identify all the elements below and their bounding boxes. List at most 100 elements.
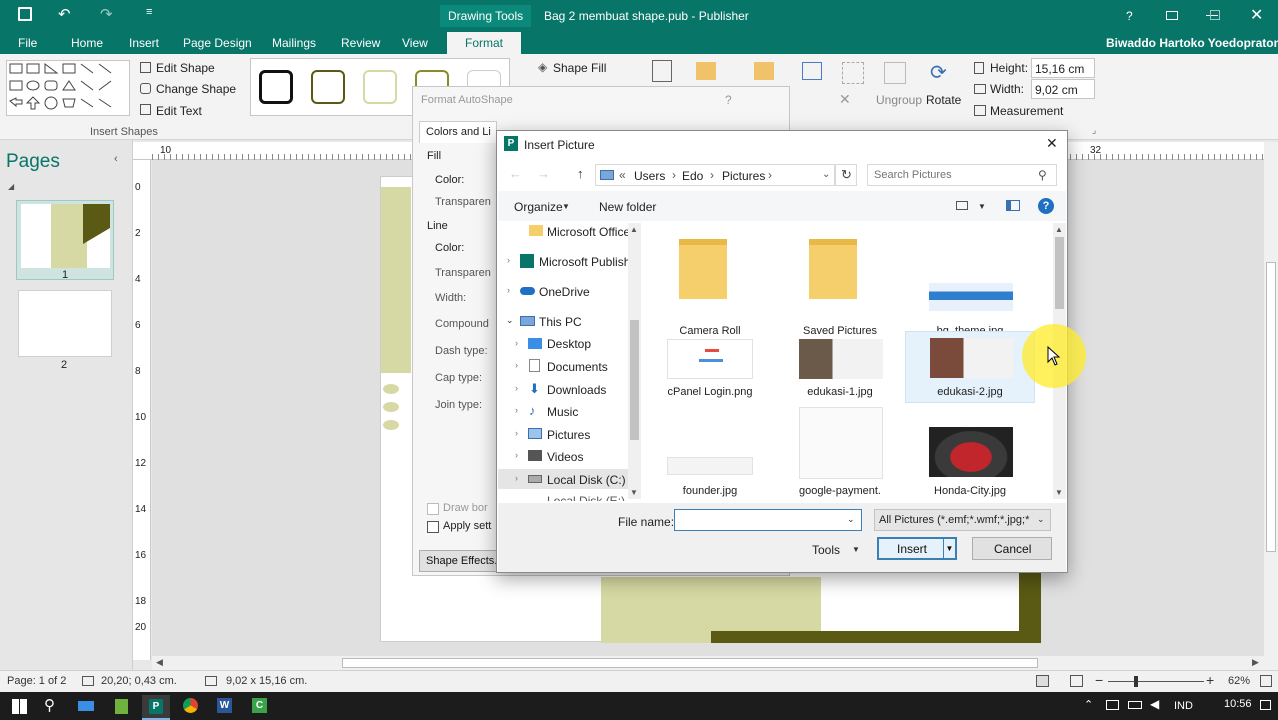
align-icon[interactable]	[802, 62, 822, 80]
measurement-button[interactable]: Measurement	[990, 104, 1063, 118]
nav-desktop[interactable]: Desktop	[547, 337, 591, 351]
help-icon[interactable]: ?	[1126, 9, 1133, 23]
fa-tab-colors[interactable]: Colors and Li	[419, 121, 497, 143]
sage-strip-shape[interactable]	[381, 187, 411, 373]
send-backward-icon[interactable]	[754, 62, 774, 80]
scroll-up-icon[interactable]: ▲	[1055, 225, 1063, 234]
shapes-gallery[interactable]	[6, 60, 130, 116]
change-shape-button[interactable]: Change Shape	[156, 82, 236, 96]
nav-this-pc[interactable]: This PC	[539, 315, 582, 329]
chrome-icon[interactable]	[183, 698, 198, 713]
organize-button[interactable]: Organize	[514, 200, 563, 214]
scroll-thumb[interactable]	[630, 320, 639, 440]
zoom-level[interactable]: 62%	[1228, 675, 1250, 687]
nav-downloads[interactable]: Downloads	[547, 383, 606, 397]
nav-microsoft-office[interactable]: Microsoft Office	[547, 225, 630, 239]
battery-icon[interactable]	[1128, 701, 1142, 709]
file-edukasi-2[interactable]: edukasi-2.jpg	[905, 331, 1035, 403]
save-icon[interactable]	[18, 7, 32, 21]
zoom-slider[interactable]	[1108, 681, 1204, 682]
notes-app-icon[interactable]	[115, 699, 128, 714]
nav-onedrive[interactable]: OneDrive	[539, 285, 590, 299]
refresh-button[interactable]: ↻	[835, 164, 857, 186]
cancel-button[interactable]: Cancel	[972, 537, 1052, 560]
shape-style-3[interactable]	[363, 70, 397, 104]
edit-text-button[interactable]: Edit Text	[156, 104, 202, 118]
scroll-up-icon[interactable]: ▲	[630, 225, 638, 234]
publisher-taskbar-icon[interactable]: P	[142, 695, 170, 720]
edit-shape-button[interactable]: Edit Shape	[156, 61, 215, 75]
scroll-down-icon[interactable]: ▼	[1055, 488, 1063, 497]
single-page-view-icon[interactable]	[1036, 675, 1049, 687]
breadcrumb-edo[interactable]: Edo	[682, 169, 703, 183]
nav-documents[interactable]: Documents	[547, 360, 608, 374]
tab-home[interactable]: Home	[71, 36, 103, 50]
scroll-thumb[interactable]	[1266, 262, 1276, 552]
insert-button[interactable]: Insert ▼	[877, 537, 957, 560]
search-box[interactable]: ⚲	[867, 164, 1057, 186]
file-name-input[interactable]: ⌄	[674, 509, 862, 531]
draw-border-checkbox[interactable]	[427, 503, 439, 515]
bring-forward-icon[interactable]	[696, 62, 716, 80]
page-indicator[interactable]: Page: 1 of 2	[7, 675, 66, 687]
olive-corner-shape[interactable]	[711, 631, 1041, 643]
tab-review[interactable]: Review	[341, 36, 380, 50]
help-icon[interactable]: ?	[1038, 198, 1054, 214]
volume-icon[interactable]: ◀	[1150, 697, 1159, 711]
customize-qat-icon[interactable]: ≡	[146, 6, 152, 18]
expand-icon[interactable]: ›	[507, 255, 510, 265]
undo-icon[interactable]: ↶	[58, 5, 71, 23]
fa-help-button[interactable]: ?	[725, 93, 732, 107]
expand-icon[interactable]: ›	[515, 450, 518, 460]
restore-icon[interactable]	[1210, 10, 1220, 20]
ungroup-button[interactable]: Ungroup	[876, 93, 922, 107]
apply-settings-checkbox[interactable]	[427, 521, 439, 533]
scroll-down-icon[interactable]: ▼	[630, 488, 638, 497]
camtasia-icon[interactable]: C	[252, 698, 267, 713]
breadcrumb-users[interactable]: Users	[634, 169, 665, 183]
scroll-left-icon[interactable]: ◀	[156, 657, 163, 668]
address-bar[interactable]: « Users › Edo › Pictures › ⌄	[595, 164, 835, 186]
network-icon[interactable]	[1106, 700, 1119, 710]
expand-icon[interactable]: ›	[507, 285, 510, 295]
scroll-thumb[interactable]	[342, 658, 1038, 668]
rotate-icon[interactable]: ⟳	[930, 60, 947, 85]
expand-icon[interactable]: ›	[515, 428, 518, 438]
windows-start-icon[interactable]	[12, 699, 27, 714]
up-icon[interactable]: ↑	[577, 166, 584, 181]
search-icon[interactable]: ⚲	[44, 696, 55, 714]
nav-local-disk-e[interactable]: Local Disk (E:)	[547, 494, 625, 501]
nav-videos[interactable]: Videos	[547, 450, 583, 464]
olive-side-shape[interactable]	[1019, 571, 1041, 641]
nav-music[interactable]: Music	[547, 405, 578, 419]
nav-scrollbar[interactable]: ▲ ▼	[628, 223, 641, 499]
dot-shape[interactable]	[383, 420, 399, 430]
keyboard-icon[interactable]	[78, 701, 94, 711]
fit-page-icon[interactable]	[1260, 675, 1272, 687]
height-field[interactable]: 15,16 cm	[1031, 58, 1095, 78]
tab-page-design[interactable]: Page Design	[183, 36, 252, 50]
view-options-icon[interactable]	[956, 201, 968, 210]
tab-mailings[interactable]: Mailings	[272, 36, 316, 50]
view-dropdown-icon[interactable]: ▼	[978, 202, 986, 211]
fa-close-button[interactable]: ✕	[839, 91, 851, 108]
redo-icon[interactable]: ↷	[100, 5, 113, 23]
dot-shape[interactable]	[383, 384, 399, 394]
width-field[interactable]: 9,02 cm	[1031, 79, 1095, 99]
collapse-icon[interactable]: ⌄	[506, 315, 514, 326]
new-folder-button[interactable]: New folder	[599, 200, 656, 214]
nav-microsoft-publisher[interactable]: Microsoft Publish	[539, 255, 630, 269]
ungroup-icon[interactable]	[884, 62, 906, 84]
zoom-slider-thumb[interactable]	[1134, 676, 1138, 687]
horizontal-scrollbar[interactable]: ◀ ▶	[152, 656, 1264, 670]
size-dialog-launcher[interactable]: ⌟	[1092, 125, 1096, 136]
collapse-pane-icon[interactable]: ‹	[114, 153, 118, 165]
chevron-down-icon[interactable]: ⌄	[847, 514, 855, 525]
search-input[interactable]	[874, 168, 1034, 182]
back-icon[interactable]: ←	[509, 166, 522, 181]
user-name[interactable]: Biwaddo Hartoko Yoedopratomo	[1106, 36, 1278, 50]
zoom-in-icon[interactable]: +	[1206, 672, 1214, 688]
nav-pictures[interactable]: Pictures	[547, 428, 590, 442]
language-indicator[interactable]: IND	[1174, 700, 1193, 712]
forward-icon[interactable]: →	[537, 166, 550, 181]
